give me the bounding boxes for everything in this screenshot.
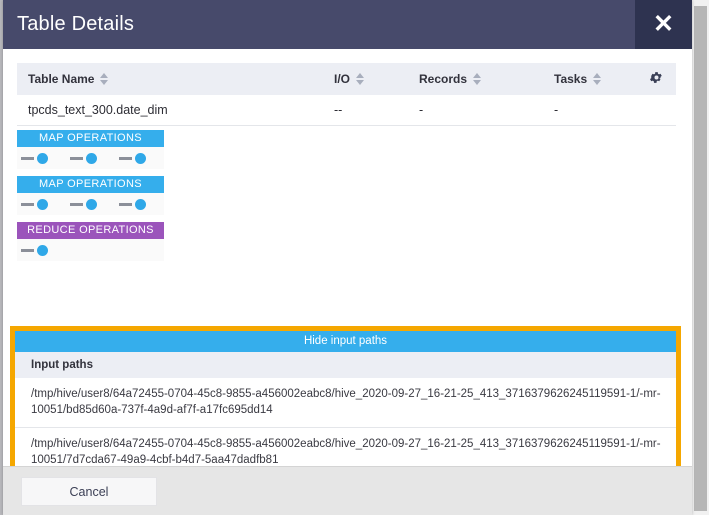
node-link-icon — [119, 156, 132, 160]
column-header-table-name[interactable]: Table Name — [17, 63, 323, 95]
dialog-body: Table Name I/O Records Tasks tpcds_text_… — [3, 49, 692, 466]
node-link-icon — [21, 156, 34, 160]
stage-nodes — [17, 193, 164, 215]
stage-node[interactable] — [17, 244, 66, 256]
stage-bar-map-operations[interactable]: MAP OPERATIONS — [17, 176, 164, 193]
column-label: Tasks — [554, 72, 588, 86]
node-dot-icon[interactable] — [37, 152, 48, 164]
input-paths-section-label: Input paths — [15, 352, 676, 378]
gear-icon[interactable] — [649, 70, 664, 88]
stage-block-map-1: MAP OPERATIONS — [17, 130, 692, 169]
column-label: Table Name — [28, 72, 95, 86]
column-header-tasks[interactable]: Tasks — [543, 63, 631, 95]
cell-records: - — [408, 95, 543, 126]
stage-node[interactable] — [66, 198, 115, 210]
table-header-row: Table Name I/O Records Tasks — [17, 63, 676, 95]
cell-tasks: - — [543, 95, 631, 126]
column-header-settings[interactable] — [631, 63, 676, 95]
cell-io: -- — [323, 95, 408, 126]
node-link-icon — [70, 202, 83, 206]
table-details-table: Table Name I/O Records Tasks tpcds_text_… — [17, 63, 676, 126]
node-dot-icon[interactable] — [135, 152, 146, 164]
app-root: Table Details ✕ Table Name I/O Records T… — [0, 0, 709, 515]
operation-stages: MAP OPERATIONS MAP OPERATIONS REDUCE OPE… — [17, 130, 692, 261]
table-details-dialog: Table Details ✕ Table Name I/O Records T… — [3, 0, 692, 515]
dialog-header: Table Details ✕ — [3, 0, 692, 49]
node-link-icon — [70, 156, 83, 160]
cancel-button[interactable]: Cancel — [21, 477, 157, 506]
dialog-footer: Cancel — [3, 466, 692, 515]
column-label: Records — [419, 72, 468, 86]
stage-node[interactable] — [17, 152, 66, 164]
input-paths-panel: Hide input paths Input paths /tmp/hive/u… — [10, 326, 681, 466]
node-link-icon — [119, 202, 132, 206]
stage-block-reduce: REDUCE OPERATIONS — [17, 222, 692, 261]
stage-block-map-2: MAP OPERATIONS — [17, 176, 692, 215]
node-dot-icon[interactable] — [135, 198, 146, 210]
sort-icon[interactable] — [356, 73, 365, 85]
stage-node[interactable] — [115, 198, 164, 210]
page-scrollbar[interactable] — [691, 0, 709, 515]
sort-icon[interactable] — [100, 73, 109, 85]
close-button[interactable]: ✕ — [635, 0, 692, 49]
cell-spacer — [631, 95, 676, 126]
table-row[interactable]: tpcds_text_300.date_dim -- - - — [17, 95, 676, 126]
hide-input-paths-button[interactable]: Hide input paths — [15, 331, 676, 352]
sort-icon[interactable] — [593, 73, 602, 85]
close-icon: ✕ — [653, 10, 674, 38]
column-header-records[interactable]: Records — [408, 63, 543, 95]
node-dot-icon[interactable] — [37, 198, 48, 210]
column-label: I/O — [334, 72, 351, 86]
stage-node[interactable] — [115, 152, 164, 164]
stage-nodes — [17, 147, 164, 169]
stage-nodes — [17, 239, 164, 261]
stage-node[interactable] — [66, 152, 115, 164]
node-dot-icon[interactable] — [86, 198, 97, 210]
column-header-io[interactable]: I/O — [323, 63, 408, 95]
sort-icon[interactable] — [473, 73, 482, 85]
node-link-icon — [21, 248, 34, 252]
cell-table-name: tpcds_text_300.date_dim — [17, 95, 323, 126]
node-dot-icon[interactable] — [37, 244, 48, 256]
node-link-icon — [21, 202, 34, 206]
node-dot-icon[interactable] — [86, 152, 97, 164]
dialog-title: Table Details — [17, 13, 135, 35]
input-path-item: /tmp/hive/user8/64a72455-0704-45c8-9855-… — [31, 438, 661, 466]
stage-bar-map-operations[interactable]: MAP OPERATIONS — [17, 130, 164, 147]
stage-node[interactable] — [17, 198, 66, 210]
scrollbar-thumb[interactable] — [694, 6, 707, 511]
stage-bar-reduce-operations[interactable]: REDUCE OPERATIONS — [17, 222, 164, 239]
input-path-item: /tmp/hive/user8/64a72455-0704-45c8-9855-… — [15, 378, 676, 428]
